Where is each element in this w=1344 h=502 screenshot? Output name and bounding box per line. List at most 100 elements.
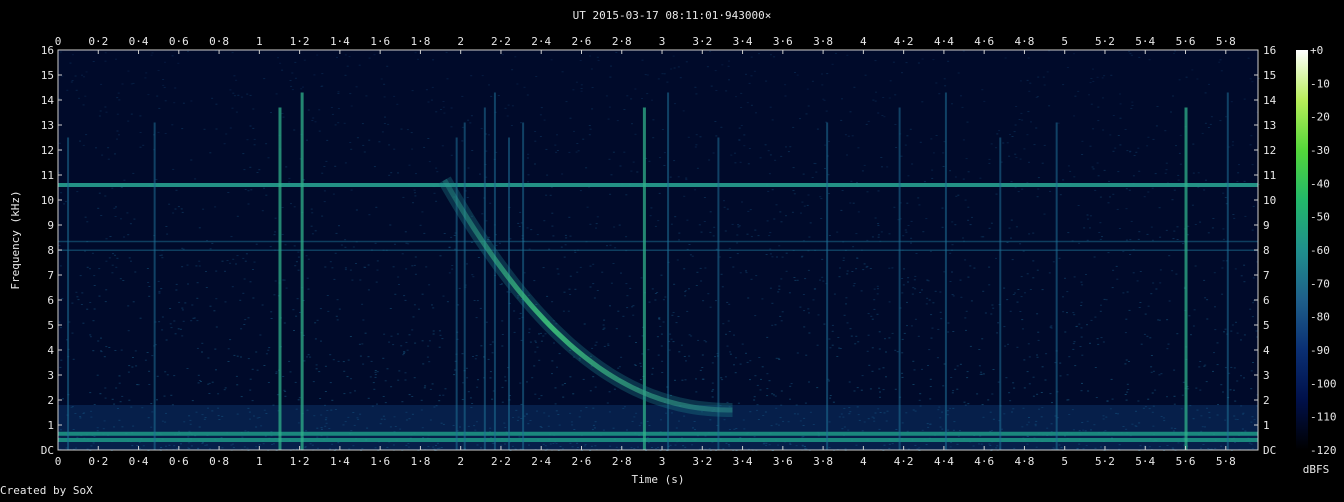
noise-speck bbox=[875, 91, 877, 93]
noise-speck bbox=[542, 267, 545, 269]
noise-speck bbox=[418, 308, 420, 310]
noise-speck bbox=[85, 71, 88, 73]
noise-speck bbox=[1094, 367, 1097, 368]
low-frequency-band bbox=[58, 405, 1258, 450]
noise-speck bbox=[877, 190, 880, 192]
noise-speck bbox=[861, 375, 864, 377]
noise-speck bbox=[563, 291, 566, 293]
noise-speck bbox=[132, 357, 134, 358]
noise-speck bbox=[370, 360, 373, 362]
noise-speck bbox=[756, 384, 759, 386]
noise-speck bbox=[656, 292, 659, 293]
noise-speck bbox=[453, 235, 456, 236]
x-tick-label: 5 bbox=[1061, 455, 1068, 468]
y-tick-label: 14 bbox=[1263, 94, 1277, 107]
noise-speck bbox=[104, 195, 107, 197]
noise-speck bbox=[298, 397, 301, 399]
noise-speck bbox=[930, 314, 933, 316]
colorbar-label: dBFS bbox=[1303, 463, 1330, 476]
noise-speck bbox=[877, 236, 880, 238]
noise-speck bbox=[1148, 59, 1151, 61]
noise-speck bbox=[1177, 179, 1180, 181]
noise-speck bbox=[1138, 307, 1141, 308]
noise-speck bbox=[361, 303, 364, 305]
noise-speck bbox=[213, 310, 216, 312]
noise-speck bbox=[1156, 106, 1159, 107]
x-tick-label: 2·8 bbox=[612, 455, 632, 468]
noise-speck bbox=[592, 376, 595, 378]
noise-speck bbox=[1040, 392, 1043, 393]
noise-speck bbox=[741, 343, 744, 345]
noise-speck bbox=[1174, 50, 1176, 52]
noise-speck bbox=[714, 121, 717, 122]
noise-speck bbox=[1150, 226, 1153, 228]
noise-speck bbox=[367, 356, 370, 358]
x-tick-label: 0·4 bbox=[129, 35, 149, 48]
noise-speck bbox=[344, 269, 347, 271]
noise-speck bbox=[190, 320, 193, 322]
noise-speck bbox=[374, 371, 377, 373]
noise-speck bbox=[342, 361, 345, 363]
noise-speck bbox=[389, 224, 392, 226]
noise-speck bbox=[209, 305, 212, 307]
noise-speck bbox=[285, 166, 288, 168]
noise-speck bbox=[1037, 188, 1040, 190]
noise-speck bbox=[1185, 76, 1188, 78]
noise-speck bbox=[640, 365, 643, 367]
noise-speck bbox=[894, 94, 897, 96]
noise-speck bbox=[529, 341, 532, 343]
noise-speck bbox=[737, 402, 740, 404]
noise-speck bbox=[75, 291, 78, 293]
noise-speck bbox=[728, 60, 730, 62]
y-tick-label: 6 bbox=[47, 294, 54, 307]
noise-speck bbox=[806, 88, 809, 90]
noise-speck bbox=[89, 334, 92, 336]
noise-speck bbox=[1067, 232, 1070, 234]
noise-speck bbox=[421, 211, 424, 213]
noise-speck bbox=[789, 398, 791, 400]
noise-speck bbox=[1050, 327, 1053, 329]
noise-speck bbox=[472, 356, 474, 357]
noise-speck bbox=[1176, 226, 1179, 228]
noise-speck bbox=[907, 281, 909, 283]
y-tick-label: 2 bbox=[47, 394, 54, 407]
noise-speck bbox=[556, 268, 559, 270]
noise-speck bbox=[1096, 338, 1099, 340]
noise-speck bbox=[479, 307, 482, 309]
noise-speck bbox=[1255, 330, 1258, 332]
noise-speck bbox=[919, 393, 922, 395]
noise-speck bbox=[1126, 291, 1129, 293]
noise-speck bbox=[398, 284, 400, 285]
noise-speck bbox=[982, 373, 985, 375]
noise-speck bbox=[1041, 366, 1044, 368]
noise-speck bbox=[556, 134, 558, 136]
noise-speck bbox=[376, 403, 378, 405]
noise-speck bbox=[91, 252, 94, 254]
noise-speck bbox=[799, 306, 802, 308]
noise-speck bbox=[187, 283, 189, 285]
noise-speck bbox=[105, 346, 108, 348]
noise-speck bbox=[197, 382, 200, 384]
noise-speck bbox=[821, 73, 823, 75]
noise-speck bbox=[803, 326, 806, 328]
noise-speck bbox=[1252, 277, 1255, 279]
noise-speck bbox=[1160, 373, 1163, 375]
noise-speck bbox=[842, 260, 845, 261]
noise-speck bbox=[326, 139, 329, 141]
noise-speck bbox=[386, 65, 389, 67]
noise-speck bbox=[749, 360, 752, 362]
noise-speck bbox=[789, 385, 792, 387]
noise-speck bbox=[414, 192, 416, 194]
noise-speck bbox=[1067, 399, 1070, 401]
noise-speck bbox=[591, 87, 594, 88]
noise-speck bbox=[534, 340, 537, 342]
noise-speck bbox=[172, 168, 175, 170]
noise-speck bbox=[296, 298, 299, 300]
noise-speck bbox=[1243, 98, 1246, 100]
noise-speck bbox=[187, 50, 189, 52]
noise-speck bbox=[1108, 180, 1110, 182]
y-tick-label: 9 bbox=[47, 219, 54, 232]
noise-speck bbox=[311, 233, 314, 235]
colorbar-tick-label: -50 bbox=[1310, 211, 1330, 224]
noise-speck bbox=[840, 119, 843, 121]
